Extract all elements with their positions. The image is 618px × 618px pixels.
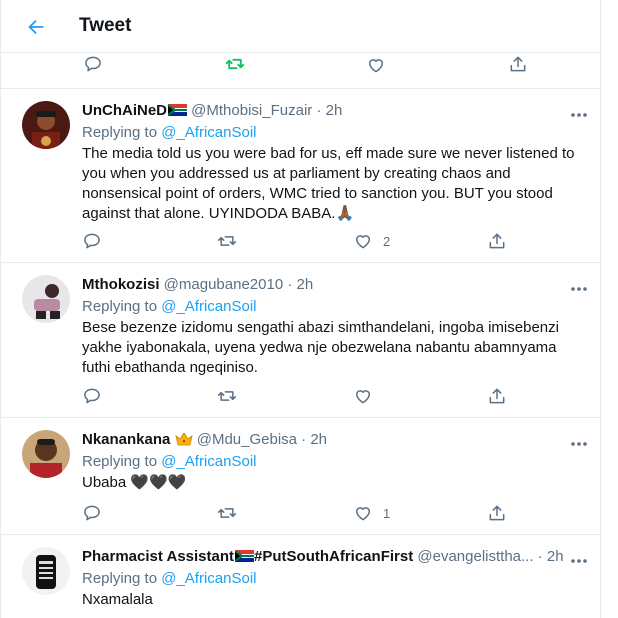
- tweet-text: Ubaba 🖤🖤🖤: [82, 474, 187, 491]
- user-handle[interactable]: @evangelisttha...: [417, 548, 533, 565]
- tweet-text: Nxamalala: [82, 591, 153, 608]
- reply-icon[interactable]: [83, 54, 103, 74]
- more-options-icon[interactable]: [569, 107, 589, 117]
- crown-icon: [174, 432, 193, 446]
- reply-header: Pharmacist Assistant #PutSouthAfricanFirs…: [82, 548, 564, 565]
- replying-to-link[interactable]: @_AfricanSoil: [161, 124, 256, 141]
- retweet-icon[interactable]: [217, 386, 237, 406]
- share-icon[interactable]: [508, 54, 528, 74]
- avatar[interactable]: [22, 101, 70, 149]
- page-header: Tweet: [1, 0, 602, 53]
- tweet-text: The media told us you were bad for us, e…: [82, 145, 575, 222]
- display-name[interactable]: Mthokozisi: [82, 276, 160, 293]
- reply-header: Nkanankana @Mdu_Gebisa · 2h: [82, 431, 327, 448]
- reply-tweet[interactable]: Mthokozisi @magubane2010 · 2h Replying t…: [1, 263, 602, 418]
- like-count: 1: [383, 506, 391, 521]
- reply-icon[interactable]: [82, 231, 102, 251]
- south-africa-flag-icon: [168, 103, 187, 116]
- replying-to-link[interactable]: @_AfricanSoil: [161, 570, 256, 587]
- replying-to: Replying to @_AfricanSoil: [82, 570, 257, 587]
- tweet-thread-panel: Tweet UnChAiNeD @Mthobisi_Fuzair · 2h Re…: [0, 0, 602, 618]
- avatar[interactable]: [22, 430, 70, 478]
- more-options-icon[interactable]: [569, 553, 589, 563]
- replying-to: Replying to @_AfricanSoil: [82, 453, 257, 470]
- reply-tweet[interactable]: Nkanankana @Mdu_Gebisa · 2h Replying to …: [1, 418, 602, 535]
- more-options-icon[interactable]: [569, 436, 589, 446]
- display-name[interactable]: UnChAiNeD: [82, 102, 167, 119]
- reply-tweet[interactable]: Pharmacist Assistant #PutSouthAfricanFirs…: [1, 535, 602, 618]
- more-options-icon[interactable]: [569, 281, 589, 291]
- tweet-text: Bese bezenze izidomu sengathi abazi simt…: [82, 319, 559, 376]
- like-icon[interactable]: [366, 55, 386, 75]
- south-africa-flag-icon: [235, 549, 255, 562]
- avatar[interactable]: [22, 275, 70, 323]
- reply-header: Mthokozisi @magubane2010 · 2h: [82, 276, 313, 293]
- avatar[interactable]: [22, 547, 70, 595]
- timestamp[interactable]: · 2h: [287, 276, 313, 293]
- replying-to-link[interactable]: @_AfricanSoil: [161, 453, 256, 470]
- display-name[interactable]: Nkanankana: [82, 431, 170, 448]
- display-name-hashtag[interactable]: #PutSouthAfricanFirst: [254, 548, 413, 565]
- reply-header: UnChAiNeD @Mthobisi_Fuzair · 2h: [82, 102, 342, 119]
- reply-icon[interactable]: [82, 386, 102, 406]
- share-icon[interactable]: [487, 231, 507, 251]
- timestamp[interactable]: · 2h: [538, 548, 564, 565]
- replying-to: Replying to @_AfricanSoil: [82, 298, 257, 315]
- user-handle[interactable]: @magubane2010: [164, 276, 284, 293]
- retweet-icon[interactable]: [217, 231, 237, 251]
- like-icon[interactable]: [353, 231, 373, 251]
- timestamp[interactable]: · 2h: [301, 431, 327, 448]
- like-icon[interactable]: [353, 386, 373, 406]
- share-icon[interactable]: [487, 386, 507, 406]
- like-icon[interactable]: [353, 503, 373, 523]
- main-tweet-actions: [1, 53, 602, 89]
- retweet-icon[interactable]: [217, 503, 237, 523]
- reply-tweet[interactable]: UnChAiNeD @Mthobisi_Fuzair · 2h Replying…: [1, 89, 602, 263]
- user-handle[interactable]: @Mthobisi_Fuzair: [191, 102, 312, 119]
- replying-to: Replying to @_AfricanSoil: [82, 124, 257, 141]
- share-icon[interactable]: [487, 503, 507, 523]
- reply-icon[interactable]: [82, 503, 102, 523]
- display-name[interactable]: Pharmacist Assistant: [82, 548, 234, 565]
- replying-to-link[interactable]: @_AfricanSoil: [161, 298, 256, 315]
- user-handle[interactable]: @Mdu_Gebisa: [197, 431, 297, 448]
- like-count: 2: [383, 234, 391, 249]
- timestamp[interactable]: · 2h: [316, 102, 342, 119]
- back-arrow-icon[interactable]: [25, 16, 47, 38]
- page-title: Tweet: [79, 15, 132, 36]
- retweet-icon[interactable]: [223, 54, 247, 74]
